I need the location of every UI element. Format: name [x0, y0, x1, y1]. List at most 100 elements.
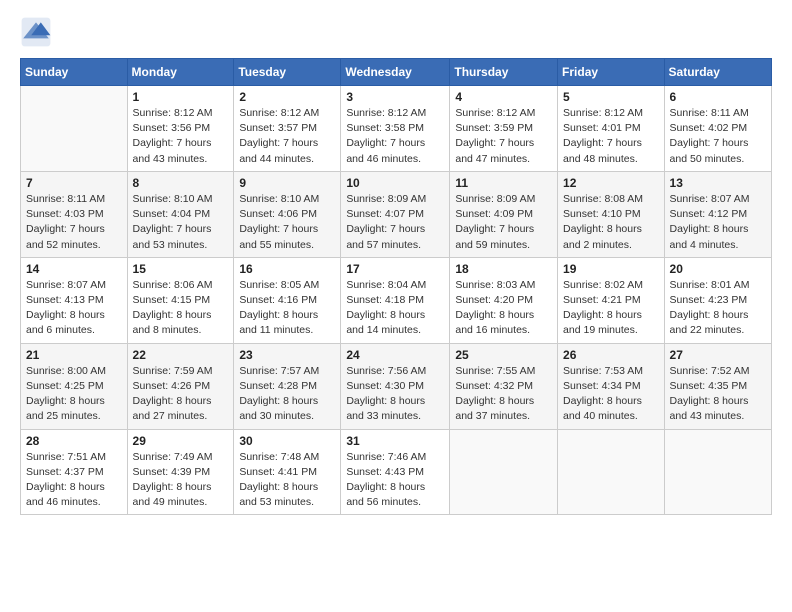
calendar-cell: 11 Sunrise: 8:09 AMSunset: 4:09 PMDayligh… — [450, 171, 558, 257]
day-info: Sunrise: 7:51 AMSunset: 4:37 PMDaylight:… — [26, 450, 122, 511]
day-number: 7 — [26, 176, 122, 190]
day-info: Sunrise: 7:49 AMSunset: 4:39 PMDaylight:… — [133, 450, 229, 511]
calendar-cell: 1 Sunrise: 8:12 AMSunset: 3:56 PMDaylight… — [127, 86, 234, 172]
day-info: Sunrise: 8:09 AMSunset: 4:09 PMDaylight:… — [455, 192, 552, 253]
day-number: 11 — [455, 176, 552, 190]
day-info: Sunrise: 8:01 AMSunset: 4:23 PMDaylight:… — [670, 278, 766, 339]
calendar-cell: 28 Sunrise: 7:51 AMSunset: 4:37 PMDayligh… — [21, 429, 128, 515]
calendar-cell: 20 Sunrise: 8:01 AMSunset: 4:23 PMDayligh… — [664, 257, 771, 343]
calendar-cell: 30 Sunrise: 7:48 AMSunset: 4:41 PMDayligh… — [234, 429, 341, 515]
day-number: 25 — [455, 348, 552, 362]
day-number: 17 — [346, 262, 444, 276]
day-info: Sunrise: 8:00 AMSunset: 4:25 PMDaylight:… — [26, 364, 122, 425]
day-info: Sunrise: 8:12 AMSunset: 3:57 PMDaylight:… — [239, 106, 335, 167]
day-number: 4 — [455, 90, 552, 104]
calendar-cell: 27 Sunrise: 7:52 AMSunset: 4:35 PMDayligh… — [664, 343, 771, 429]
calendar-cell: 17Sunrise: 8:04 AMSunset: 4:18 PMDayligh… — [341, 257, 450, 343]
day-info: Sunrise: 7:55 AMSunset: 4:32 PMDaylight:… — [455, 364, 552, 425]
day-number: 21 — [26, 348, 122, 362]
day-info: Sunrise: 7:53 AMSunset: 4:34 PMDaylight:… — [563, 364, 659, 425]
calendar-week-row: 21 Sunrise: 8:00 AMSunset: 4:25 PMDayligh… — [21, 343, 772, 429]
calendar-cell: 10Sunrise: 8:09 AMSunset: 4:07 PMDayligh… — [341, 171, 450, 257]
day-info: Sunrise: 8:07 AMSunset: 4:13 PMDaylight:… — [26, 278, 122, 339]
calendar-cell: 13 Sunrise: 8:07 AMSunset: 4:12 PMDayligh… — [664, 171, 771, 257]
day-info: Sunrise: 8:02 AMSunset: 4:21 PMDaylight:… — [563, 278, 659, 339]
page: SundayMondayTuesdayWednesdayThursdayFrid… — [0, 0, 792, 612]
day-info: Sunrise: 8:12 AMSunset: 3:56 PMDaylight:… — [133, 106, 229, 167]
calendar-cell — [21, 86, 128, 172]
logo — [20, 16, 56, 48]
calendar-cell: 22Sunrise: 7:59 AMSunset: 4:26 PMDayligh… — [127, 343, 234, 429]
day-number: 23 — [239, 348, 335, 362]
day-number: 3 — [346, 90, 444, 104]
day-info: Sunrise: 8:05 AMSunset: 4:16 PMDaylight:… — [239, 278, 335, 339]
day-number: 13 — [670, 176, 766, 190]
calendar-day-header: Tuesday — [234, 59, 341, 86]
calendar-cell: 29 Sunrise: 7:49 AMSunset: 4:39 PMDayligh… — [127, 429, 234, 515]
calendar-cell: 2Sunrise: 8:12 AMSunset: 3:57 PMDaylight… — [234, 86, 341, 172]
day-number: 16 — [239, 262, 335, 276]
logo-icon — [20, 16, 52, 48]
calendar-cell: 7 Sunrise: 8:11 AMSunset: 4:03 PMDaylight… — [21, 171, 128, 257]
day-number: 24 — [346, 348, 444, 362]
day-info: Sunrise: 8:06 AMSunset: 4:15 PMDaylight:… — [133, 278, 229, 339]
day-number: 29 — [133, 434, 229, 448]
day-number: 19 — [563, 262, 659, 276]
day-info: Sunrise: 8:08 AMSunset: 4:10 PMDaylight:… — [563, 192, 659, 253]
day-info: Sunrise: 8:12 AMSunset: 4:01 PMDaylight:… — [563, 106, 659, 167]
calendar-cell: 6Sunrise: 8:11 AMSunset: 4:02 PMDaylight… — [664, 86, 771, 172]
day-number: 30 — [239, 434, 335, 448]
calendar-cell: 16 Sunrise: 8:05 AMSunset: 4:16 PMDayligh… — [234, 257, 341, 343]
day-info: Sunrise: 8:07 AMSunset: 4:12 PMDaylight:… — [670, 192, 766, 253]
day-number: 9 — [239, 176, 335, 190]
calendar-cell: 4 Sunrise: 8:12 AMSunset: 3:59 PMDaylight… — [450, 86, 558, 172]
calendar-cell: 8Sunrise: 8:10 AMSunset: 4:04 PMDaylight… — [127, 171, 234, 257]
calendar-week-row: 1 Sunrise: 8:12 AMSunset: 3:56 PMDaylight… — [21, 86, 772, 172]
day-info: Sunrise: 7:57 AMSunset: 4:28 PMDaylight:… — [239, 364, 335, 425]
day-number: 10 — [346, 176, 444, 190]
calendar-day-header: Thursday — [450, 59, 558, 86]
calendar-cell: 14 Sunrise: 8:07 AMSunset: 4:13 PMDayligh… — [21, 257, 128, 343]
day-number: 15 — [133, 262, 229, 276]
calendar-cell — [558, 429, 665, 515]
calendar-week-row: 28 Sunrise: 7:51 AMSunset: 4:37 PMDayligh… — [21, 429, 772, 515]
day-number: 5 — [563, 90, 659, 104]
calendar-week-row: 7 Sunrise: 8:11 AMSunset: 4:03 PMDaylight… — [21, 171, 772, 257]
day-number: 20 — [670, 262, 766, 276]
calendar-cell: 12 Sunrise: 8:08 AMSunset: 4:10 PMDayligh… — [558, 171, 665, 257]
calendar-cell: 24 Sunrise: 7:56 AMSunset: 4:30 PMDayligh… — [341, 343, 450, 429]
calendar-day-header: Saturday — [664, 59, 771, 86]
calendar-table: SundayMondayTuesdayWednesdayThursdayFrid… — [20, 58, 772, 515]
calendar-cell: 15 Sunrise: 8:06 AMSunset: 4:15 PMDayligh… — [127, 257, 234, 343]
day-info: Sunrise: 7:56 AMSunset: 4:30 PMDaylight:… — [346, 364, 444, 425]
calendar-day-header: Friday — [558, 59, 665, 86]
day-info: Sunrise: 7:52 AMSunset: 4:35 PMDaylight:… — [670, 364, 766, 425]
calendar-cell: 31 Sunrise: 7:46 AMSunset: 4:43 PMDayligh… — [341, 429, 450, 515]
day-info: Sunrise: 7:48 AMSunset: 4:41 PMDaylight:… — [239, 450, 335, 511]
calendar-cell — [664, 429, 771, 515]
calendar-header-row: SundayMondayTuesdayWednesdayThursdayFrid… — [21, 59, 772, 86]
day-number: 28 — [26, 434, 122, 448]
calendar-day-header: Monday — [127, 59, 234, 86]
calendar-cell: 19 Sunrise: 8:02 AMSunset: 4:21 PMDayligh… — [558, 257, 665, 343]
day-number: 6 — [670, 90, 766, 104]
day-info: Sunrise: 8:03 AMSunset: 4:20 PMDaylight:… — [455, 278, 552, 339]
calendar-day-header: Wednesday — [341, 59, 450, 86]
day-number: 27 — [670, 348, 766, 362]
day-number: 22 — [133, 348, 229, 362]
day-info: Sunrise: 7:46 AMSunset: 4:43 PMDaylight:… — [346, 450, 444, 511]
calendar-cell: 5 Sunrise: 8:12 AMSunset: 4:01 PMDaylight… — [558, 86, 665, 172]
day-info: Sunrise: 8:11 AMSunset: 4:03 PMDaylight:… — [26, 192, 122, 253]
calendar-cell — [450, 429, 558, 515]
day-number: 14 — [26, 262, 122, 276]
calendar-cell: 18Sunrise: 8:03 AMSunset: 4:20 PMDayligh… — [450, 257, 558, 343]
day-number: 31 — [346, 434, 444, 448]
day-info: Sunrise: 8:12 AMSunset: 3:58 PMDaylight:… — [346, 106, 444, 167]
calendar-cell: 25 Sunrise: 7:55 AMSunset: 4:32 PMDayligh… — [450, 343, 558, 429]
calendar-cell: 3 Sunrise: 8:12 AMSunset: 3:58 PMDaylight… — [341, 86, 450, 172]
calendar-cell: 9Sunrise: 8:10 AMSunset: 4:06 PMDaylight… — [234, 171, 341, 257]
day-number: 1 — [133, 90, 229, 104]
day-info: Sunrise: 8:12 AMSunset: 3:59 PMDaylight:… — [455, 106, 552, 167]
day-number: 12 — [563, 176, 659, 190]
calendar-cell: 26Sunrise: 7:53 AMSunset: 4:34 PMDayligh… — [558, 343, 665, 429]
